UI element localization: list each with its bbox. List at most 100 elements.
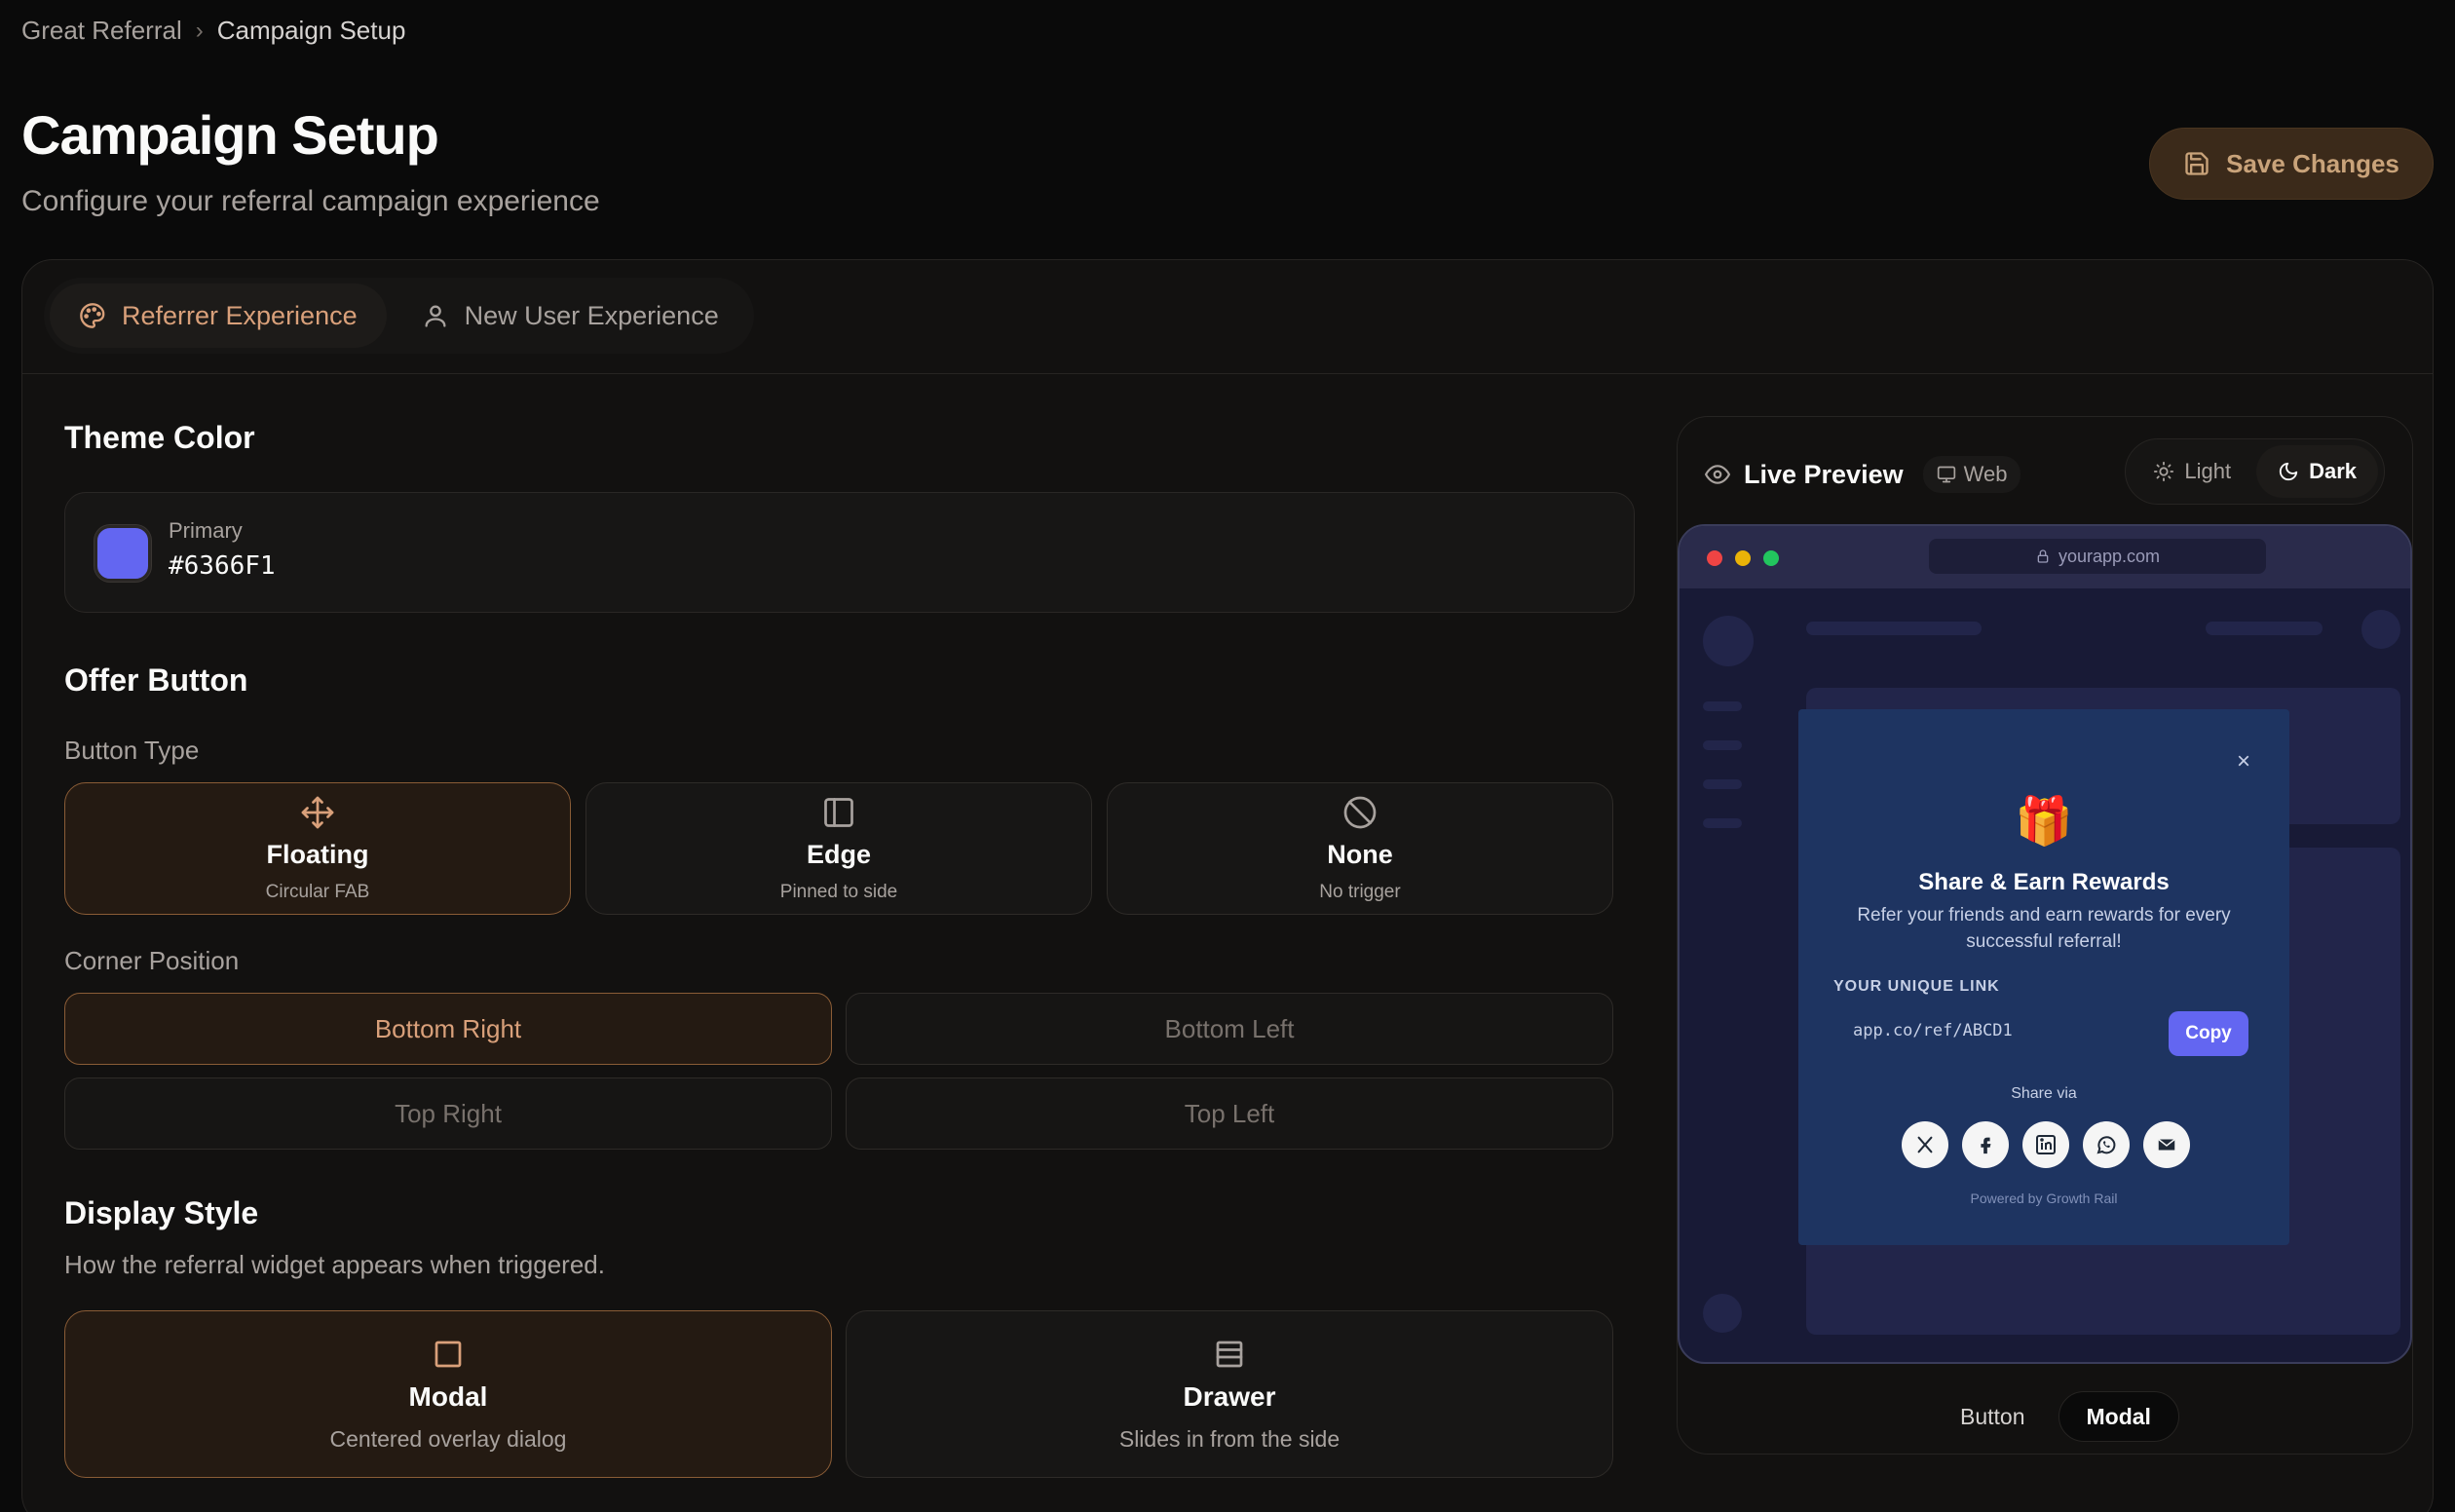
- tabs-divider: [22, 373, 2433, 374]
- theme-light-label: Light: [2184, 459, 2232, 483]
- x-icon[interactable]: [1902, 1121, 1948, 1168]
- button-type-label: Button Type: [64, 736, 200, 765]
- theme-toggle: Light Dark: [2125, 438, 2385, 505]
- primary-color-picker[interactable]: Primary #6366F1: [64, 492, 1635, 613]
- display-style-drawer[interactable]: Drawer Slides in from the side: [846, 1310, 1613, 1478]
- preview-title: Live Preview: [1744, 459, 1904, 489]
- option-subtitle: Slides in from the side: [1118, 1425, 1341, 1452]
- theme-dark-label: Dark: [2309, 459, 2357, 483]
- preview-mode-modal[interactable]: Modal: [2058, 1391, 2179, 1442]
- skeleton-avatar: [1703, 1294, 1742, 1333]
- ban-icon: [1343, 796, 1377, 828]
- facebook-icon[interactable]: [1962, 1121, 2009, 1168]
- move-icon: [301, 796, 334, 828]
- save-button[interactable]: Save Changes: [2149, 128, 2434, 200]
- copy-button[interactable]: Copy: [2169, 1011, 2248, 1056]
- gift-icon: 🎁: [2015, 796, 2073, 848]
- linkedin-icon[interactable]: [2022, 1121, 2069, 1168]
- corner-top-left[interactable]: Top Left: [846, 1077, 1613, 1150]
- theme-light-button[interactable]: Light: [2132, 445, 2252, 498]
- square-icon: [434, 1341, 462, 1367]
- color-value[interactable]: #6366F1: [169, 551, 276, 581]
- page-title: Campaign Setup: [21, 104, 439, 166]
- option-subtitle: No trigger: [1319, 881, 1401, 902]
- skeleton-line: [1703, 740, 1742, 750]
- option-title: Edge: [806, 839, 871, 869]
- palette-icon: [80, 303, 105, 328]
- save-icon: [2185, 152, 2209, 175]
- corner-bottom-right[interactable]: Bottom Right: [64, 993, 832, 1065]
- minimize-dot-icon: [1735, 550, 1751, 566]
- moon-icon: [2279, 462, 2298, 481]
- color-label: Primary: [169, 518, 243, 543]
- skeleton-avatar: [1703, 616, 1754, 666]
- tab-label: New User Experience: [464, 300, 719, 330]
- panel-left-icon: [824, 797, 853, 827]
- powered-by: Powered by Growth Rail: [1970, 1191, 2118, 1206]
- referral-modal-preview: × 🎁 Share & Earn Rewards Refer your frie…: [1798, 709, 2289, 1245]
- corner-top-right[interactable]: Top Right: [64, 1077, 832, 1150]
- tab-referrer-experience[interactable]: Referrer Experience: [50, 284, 387, 348]
- save-button-label: Save Changes: [2226, 148, 2399, 178]
- whatsapp-icon[interactable]: [2083, 1121, 2130, 1168]
- button-type-floating[interactable]: Floating Circular FAB: [64, 782, 571, 915]
- option-subtitle: Pinned to side: [779, 881, 898, 902]
- share-via-label: Share via: [2011, 1085, 2077, 1102]
- option-subtitle: Circular FAB: [265, 881, 370, 902]
- skeleton-line: [1703, 701, 1742, 711]
- modal-description: Refer your friends and earn rewards for …: [1857, 905, 2231, 952]
- url-bar: yourapp.com: [1929, 539, 2266, 574]
- skeleton-avatar: [2361, 610, 2400, 649]
- breadcrumb-root[interactable]: Great Referral: [21, 16, 182, 46]
- preview-mode-button[interactable]: Button: [1933, 1391, 2053, 1442]
- option-title: None: [1327, 839, 1393, 869]
- platform-label: Web: [1963, 462, 2008, 486]
- option-title: Drawer: [1183, 1380, 1276, 1412]
- button-type-none[interactable]: None No trigger: [1107, 782, 1613, 915]
- maximize-dot-icon: [1763, 550, 1779, 566]
- experience-tabs: Referrer Experience New User Experience: [44, 278, 754, 354]
- breadcrumb: Great Referral › Campaign Setup: [21, 16, 405, 46]
- main-card: Referrer Experience New User Experience …: [21, 259, 2434, 1512]
- corner-position-label: Corner Position: [64, 946, 240, 975]
- option-title: Floating: [266, 839, 369, 869]
- browser-mockup: yourapp.com × 🎁 Share & Earn Rewards Ref…: [1678, 524, 2412, 1364]
- corner-bottom-left[interactable]: Bottom Left: [846, 993, 1613, 1065]
- tab-label: Referrer Experience: [122, 300, 358, 330]
- page-subtitle: Configure your referral campaign experie…: [21, 185, 600, 217]
- offer-button-title: Offer Button: [64, 662, 248, 698]
- skeleton-line: [1703, 779, 1742, 789]
- preview-header: Live Preview Web: [1705, 456, 2021, 493]
- skeleton-line: [2206, 622, 2323, 635]
- theme-dark-button[interactable]: Dark: [2256, 445, 2378, 498]
- sun-icon: [2154, 461, 2174, 482]
- breadcrumb-separator: ›: [195, 17, 204, 44]
- option-title: Modal: [408, 1380, 488, 1412]
- monitor-icon: [1937, 466, 1955, 483]
- color-swatch[interactable]: [94, 525, 151, 582]
- theme-color-title: Theme Color: [64, 420, 255, 455]
- skeleton-line: [1806, 622, 1982, 635]
- skeleton-line: [1703, 818, 1742, 828]
- modal-title: Share & Earn Rewards: [1918, 869, 2170, 895]
- option-subtitle: Centered overlay dialog: [329, 1425, 567, 1452]
- referral-link: app.co/ref/ABCD1: [1853, 1021, 2013, 1040]
- display-style-description: How the referral widget appears when tri…: [64, 1250, 605, 1279]
- button-type-edge[interactable]: Edge Pinned to side: [585, 782, 1092, 915]
- live-preview-panel: Live Preview Web Light Dark yourapp.com …: [1677, 416, 2413, 1455]
- close-dot-icon: [1707, 550, 1722, 566]
- display-style-title: Display Style: [64, 1195, 259, 1230]
- share-icons: [1902, 1121, 2190, 1168]
- link-label: YOUR UNIQUE LINK: [1833, 978, 2000, 995]
- display-style-modal[interactable]: Modal Centered overlay dialog: [64, 1310, 832, 1478]
- mail-icon[interactable]: [2143, 1121, 2190, 1168]
- eye-icon: [1705, 465, 1730, 484]
- preview-mode-switch: Button Modal: [1929, 1387, 2183, 1442]
- url-text: yourapp.com: [2058, 546, 2161, 566]
- close-icon[interactable]: ×: [2237, 748, 2250, 775]
- browser-bar: yourapp.com: [1680, 526, 2410, 588]
- breadcrumb-current: Campaign Setup: [216, 16, 406, 45]
- tab-new-user-experience[interactable]: New User Experience: [393, 284, 748, 348]
- drawer-icon: [1216, 1341, 1243, 1367]
- user-icon: [425, 305, 446, 327]
